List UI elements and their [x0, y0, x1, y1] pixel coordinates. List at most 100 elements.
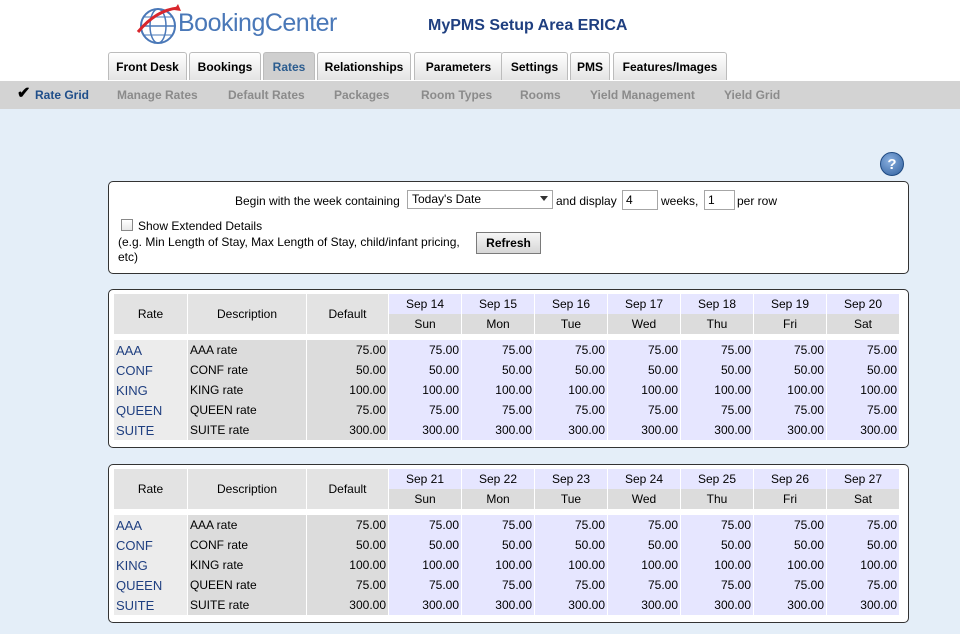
- daily-rate-value[interactable]: 75.00: [462, 515, 534, 535]
- rate-code-link[interactable]: KING: [114, 380, 187, 400]
- rate-code-link[interactable]: SUITE: [114, 595, 187, 615]
- rate-code-link[interactable]: KING: [114, 555, 187, 575]
- daily-rate-value[interactable]: 300.00: [827, 595, 899, 615]
- daily-rate-value[interactable]: 300.00: [462, 595, 534, 615]
- weeks-input[interactable]: [622, 190, 658, 210]
- daily-rate-value[interactable]: 75.00: [827, 400, 899, 420]
- daily-rate-value[interactable]: 100.00: [827, 380, 899, 400]
- daily-rate-value[interactable]: 300.00: [681, 420, 753, 440]
- extended-details-checkbox[interactable]: [121, 219, 133, 231]
- daily-rate-value[interactable]: 100.00: [608, 380, 680, 400]
- daily-rate-value[interactable]: 300.00: [754, 595, 826, 615]
- daily-rate-value[interactable]: 75.00: [462, 400, 534, 420]
- help-icon[interactable]: ?: [880, 152, 904, 176]
- daily-rate-value[interactable]: 100.00: [754, 555, 826, 575]
- tab-rates[interactable]: Rates: [263, 52, 315, 80]
- daily-rate-value[interactable]: 100.00: [754, 380, 826, 400]
- rate-code-link[interactable]: QUEEN: [114, 575, 187, 595]
- daily-rate-value[interactable]: 75.00: [535, 400, 607, 420]
- daily-rate-value[interactable]: 50.00: [754, 535, 826, 555]
- tab-parameters[interactable]: Parameters: [414, 52, 503, 80]
- daily-rate-value[interactable]: 50.00: [535, 535, 607, 555]
- daily-rate-value[interactable]: 75.00: [754, 340, 826, 360]
- daily-rate-value[interactable]: 300.00: [754, 420, 826, 440]
- daily-rate-value[interactable]: 75.00: [827, 575, 899, 595]
- daily-rate-value[interactable]: 50.00: [681, 535, 753, 555]
- rate-code-link[interactable]: AAA: [114, 515, 187, 535]
- daily-rate-value[interactable]: 75.00: [608, 575, 680, 595]
- daily-rate-value[interactable]: 300.00: [535, 595, 607, 615]
- daily-rate-value[interactable]: 300.00: [827, 420, 899, 440]
- daily-rate-value[interactable]: 75.00: [681, 575, 753, 595]
- daily-rate-value[interactable]: 75.00: [681, 515, 753, 535]
- daily-rate-value[interactable]: 100.00: [462, 555, 534, 575]
- daily-rate-value[interactable]: 50.00: [827, 360, 899, 380]
- daily-rate-value[interactable]: 75.00: [462, 575, 534, 595]
- daily-rate-value[interactable]: 100.00: [608, 555, 680, 575]
- daily-rate-value[interactable]: 75.00: [535, 515, 607, 535]
- daily-rate-value[interactable]: 300.00: [608, 420, 680, 440]
- daily-rate-value[interactable]: 100.00: [389, 555, 461, 575]
- daily-rate-value[interactable]: 300.00: [681, 595, 753, 615]
- daily-rate-value[interactable]: 75.00: [754, 515, 826, 535]
- tab-settings[interactable]: Settings: [501, 52, 568, 80]
- daily-rate-value[interactable]: 50.00: [608, 360, 680, 380]
- rate-code-link[interactable]: CONF: [114, 535, 187, 555]
- daily-rate-value[interactable]: 300.00: [535, 420, 607, 440]
- daily-rate-value[interactable]: 50.00: [462, 360, 534, 380]
- daily-rate-value[interactable]: 50.00: [389, 535, 461, 555]
- daily-rate-value[interactable]: 50.00: [389, 360, 461, 380]
- daily-rate-value[interactable]: 100.00: [389, 380, 461, 400]
- daily-rate-value[interactable]: 75.00: [389, 340, 461, 360]
- daily-rate-value[interactable]: 50.00: [535, 360, 607, 380]
- daily-rate-value[interactable]: 100.00: [535, 380, 607, 400]
- subnav-room-types[interactable]: Room Types: [421, 88, 492, 102]
- daily-rate-value[interactable]: 75.00: [608, 515, 680, 535]
- daily-rate-value[interactable]: 100.00: [681, 555, 753, 575]
- daily-rate-value[interactable]: 50.00: [608, 535, 680, 555]
- refresh-button[interactable]: Refresh: [476, 232, 541, 254]
- daily-rate-value[interactable]: 50.00: [681, 360, 753, 380]
- daily-rate-value[interactable]: 300.00: [389, 420, 461, 440]
- daily-rate-value[interactable]: 50.00: [462, 535, 534, 555]
- daily-rate-value[interactable]: 100.00: [681, 380, 753, 400]
- subnav-yield-management[interactable]: Yield Management: [590, 88, 695, 102]
- daily-rate-value[interactable]: 75.00: [608, 400, 680, 420]
- daily-rate-value[interactable]: 75.00: [754, 400, 826, 420]
- daily-rate-value[interactable]: 75.00: [827, 515, 899, 535]
- daily-rate-value[interactable]: 75.00: [535, 340, 607, 360]
- daily-rate-value[interactable]: 75.00: [389, 400, 461, 420]
- subnav-yield-grid[interactable]: Yield Grid: [724, 88, 780, 102]
- subnav-manage-rates[interactable]: Manage Rates: [117, 88, 198, 102]
- daily-rate-value[interactable]: 75.00: [535, 575, 607, 595]
- subnav-packages[interactable]: Packages: [334, 88, 389, 102]
- tab-features-images[interactable]: Features/Images: [613, 52, 727, 80]
- daily-rate-value[interactable]: 75.00: [389, 575, 461, 595]
- daily-rate-value[interactable]: 50.00: [827, 535, 899, 555]
- per-row-input[interactable]: [704, 190, 735, 210]
- daily-rate-value[interactable]: 75.00: [389, 515, 461, 535]
- daily-rate-value[interactable]: 300.00: [389, 595, 461, 615]
- rate-code-link[interactable]: QUEEN: [114, 400, 187, 420]
- daily-rate-value[interactable]: 100.00: [827, 555, 899, 575]
- booking-center-logo[interactable]: BookingCenter: [130, 2, 337, 46]
- tab-pms[interactable]: PMS: [570, 52, 610, 80]
- daily-rate-value[interactable]: 300.00: [608, 595, 680, 615]
- daily-rate-value[interactable]: 300.00: [462, 420, 534, 440]
- daily-rate-value[interactable]: 75.00: [681, 400, 753, 420]
- rate-code-link[interactable]: CONF: [114, 360, 187, 380]
- subnav-rooms[interactable]: Rooms: [520, 88, 561, 102]
- subnav-default-rates[interactable]: Default Rates: [228, 88, 305, 102]
- daily-rate-value[interactable]: 50.00: [754, 360, 826, 380]
- daily-rate-value[interactable]: 75.00: [754, 575, 826, 595]
- daily-rate-value[interactable]: 100.00: [535, 555, 607, 575]
- tab-bookings[interactable]: Bookings: [189, 52, 261, 80]
- daily-rate-value[interactable]: 75.00: [608, 340, 680, 360]
- tab-front-desk[interactable]: Front Desk: [108, 52, 187, 80]
- week-start-select[interactable]: Today's Date: [407, 190, 553, 209]
- daily-rate-value[interactable]: 75.00: [827, 340, 899, 360]
- daily-rate-value[interactable]: 75.00: [462, 340, 534, 360]
- rate-code-link[interactable]: AAA: [114, 340, 187, 360]
- daily-rate-value[interactable]: 75.00: [681, 340, 753, 360]
- subnav-rate-grid[interactable]: Rate Grid: [35, 88, 89, 102]
